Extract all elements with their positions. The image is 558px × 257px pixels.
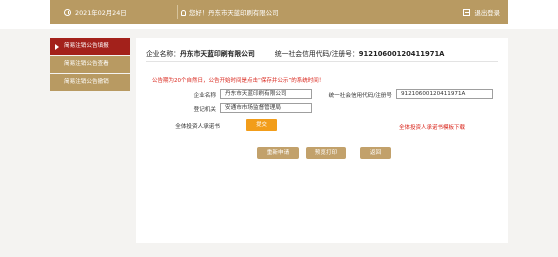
- company-summary: 企业名称：丹东市天蓝印刷有限公司 统一社会信用代码/注册号：9121060012…: [146, 48, 444, 58]
- logout-link[interactable]: 退出登录: [463, 8, 500, 17]
- date-display: 2021年02月24日: [64, 8, 127, 17]
- back-button[interactable]: 返回: [360, 147, 391, 159]
- upload-button[interactable]: 提交: [246, 119, 277, 131]
- reapply-button[interactable]: 重新申请: [257, 147, 299, 159]
- main-panel: 企业名称：丹东市天蓝印刷有限公司 统一社会信用代码/注册号：9121060012…: [136, 38, 508, 243]
- sidebar-item-view[interactable]: 简易注销公告查看: [50, 56, 130, 73]
- bell-icon: [181, 9, 186, 16]
- code-field[interactable]: 91210600120411971A: [396, 89, 493, 99]
- header-divider: [177, 5, 178, 19]
- divider-line: [146, 61, 498, 62]
- preview-print-button[interactable]: 预览打印: [306, 147, 346, 159]
- welcome-message: 您好！丹东市天蓝印刷有限公司: [181, 8, 278, 17]
- clock-icon: [64, 9, 71, 16]
- template-download-link[interactable]: 全体投资人承诺书模板下载: [399, 123, 465, 131]
- header-bar: 2021年02月24日 您好！丹东市天蓝印刷有限公司 退出登录: [50, 0, 508, 24]
- company-label: 企业名称：: [146, 50, 180, 58]
- code-field-label: 统一社会信用代码/注册号: [328, 93, 392, 99]
- registry-field[interactable]: 安通市市场监督管理局: [220, 103, 312, 113]
- sidebar: 简易注销公告填报 简易注销公告查看 简易注销公告撤销: [50, 38, 130, 92]
- registry-label: 登记机关: [193, 107, 216, 113]
- company-name-field[interactable]: 丹东市天蓝印刷有限公司: [220, 89, 312, 99]
- notice-text: 公告期为20个自然日，公告开始时间是点击“保存并公示”的系统时间！: [152, 78, 325, 84]
- company-name: 丹东市天蓝印刷有限公司: [179, 50, 255, 58]
- logout-icon[interactable]: [463, 9, 471, 16]
- welcome-text: 您好！丹东市天蓝印刷有限公司: [189, 9, 279, 17]
- date-text: 2021年02月24日: [75, 9, 127, 17]
- logout-text[interactable]: 退出登录: [474, 8, 500, 17]
- sidebar-item-fill[interactable]: 简易注销公告填报: [50, 38, 130, 55]
- commitment-label: 全体投资人承诺书: [175, 124, 220, 130]
- code-label: 统一社会信用代码/注册号：: [274, 50, 359, 58]
- company-field-label: 企业名称: [193, 93, 216, 99]
- sidebar-item-revoke[interactable]: 简易注销公告撤销: [50, 74, 130, 91]
- code-value: 91210600120411971A: [358, 50, 445, 58]
